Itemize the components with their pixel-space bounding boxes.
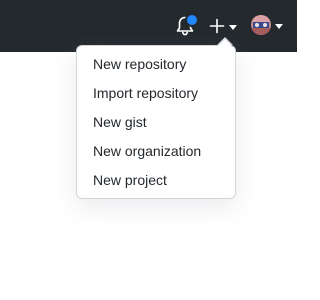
create-new-button[interactable] — [209, 17, 239, 35]
unread-notification-indicator — [185, 13, 199, 27]
create-new-dropdown: New repository Import repository New gis… — [76, 37, 236, 199]
profile-menu-button[interactable] — [251, 15, 285, 37]
menu-item-new-gist[interactable]: New gist — [77, 108, 235, 137]
caret-down-icon — [275, 24, 283, 29]
menu-item-import-repository[interactable]: Import repository — [77, 79, 235, 108]
menu-item-new-project[interactable]: New project — [77, 166, 235, 195]
menu-item-new-organization[interactable]: New organization — [77, 137, 235, 166]
dropdown-caret-fill — [218, 39, 232, 46]
menu-item-new-repository[interactable]: New repository — [77, 50, 235, 79]
plus-icon — [209, 18, 225, 34]
caret-down-icon — [229, 25, 237, 30]
avatar — [251, 15, 271, 35]
